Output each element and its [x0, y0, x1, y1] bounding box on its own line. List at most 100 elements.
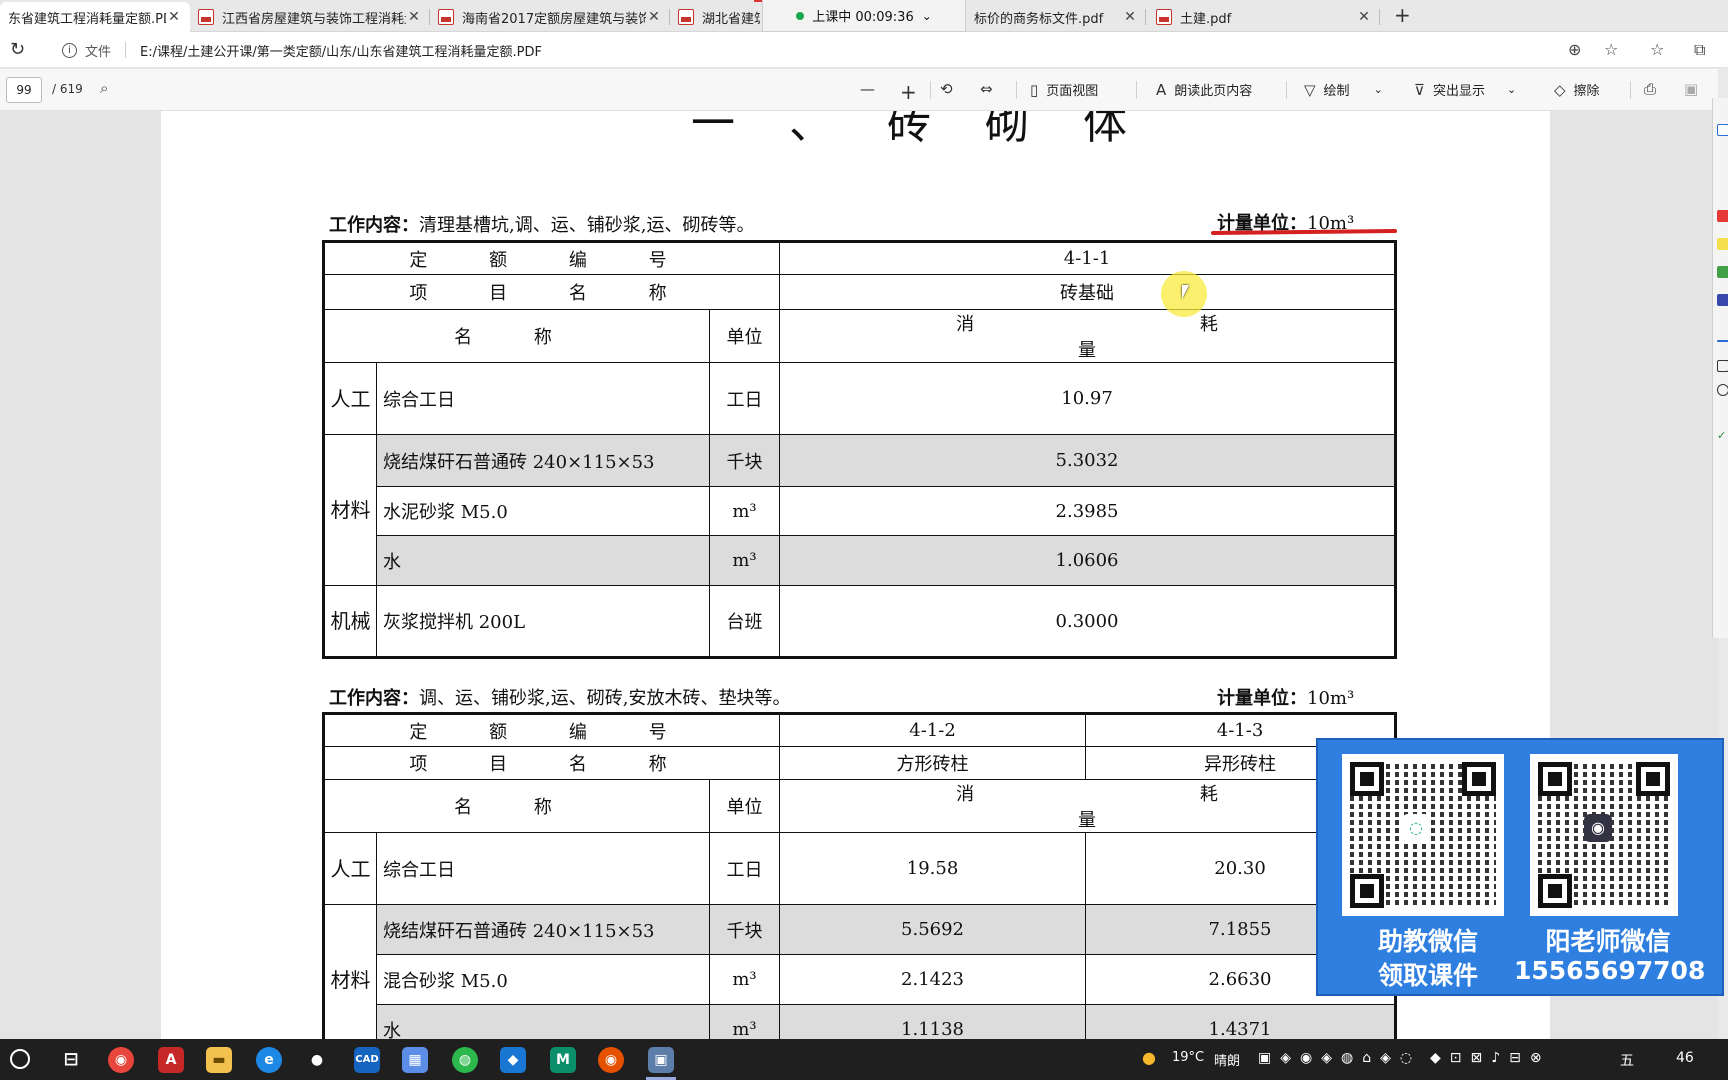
teacher-phone-number: 15565697708 [1514, 956, 1706, 985]
quota-code: 4-1-2 [779, 713, 1087, 747]
page-view-button[interactable]: ▯ 页面视图 [1030, 80, 1098, 100]
item-name-header: 项 目 名 称 [322, 274, 781, 310]
row-unit: m³ [708, 954, 781, 1005]
color-blue-swatch[interactable] [1717, 294, 1728, 306]
close-icon[interactable]: ✕ [166, 9, 182, 25]
search-icon[interactable] [10, 1049, 30, 1069]
close-icon[interactable]: ✕ [406, 9, 422, 25]
fit-width-icon[interactable]: ⇔ [980, 80, 1001, 98]
save-icon[interactable]: ▣ [1684, 80, 1706, 98]
zoom-icon[interactable]: ⊕ [1568, 40, 1581, 59]
qq-icon[interactable]: ● [304, 1047, 330, 1073]
read-aloud-button[interactable]: A 朗读此页内容 [1156, 80, 1253, 100]
zoom-in-icon[interactable]: + [900, 80, 925, 104]
favorite-add-icon[interactable]: ☆ [1604, 40, 1618, 59]
cursor-highlight [1161, 271, 1207, 317]
app-icon[interactable]: ▣ [648, 1047, 674, 1073]
tab-bid-doc[interactable]: 标价的商务标文件.pdf ✕ [966, 2, 1146, 32]
tab-shandong[interactable]: 东省建筑工程消耗量定额.PDF ✕ [0, 2, 190, 32]
ime-indicator[interactable]: 五 [1620, 1050, 1634, 1070]
color-yellow-swatch[interactable] [1717, 238, 1728, 250]
tab-jiangxi[interactable]: 江西省房屋建筑与装饰工程消耗量 ✕ [190, 2, 430, 32]
url-field[interactable]: i 文件 E:/课程/土建公开课/第一类定额/山东/山东省建筑工程消耗量定额.P… [50, 36, 1630, 64]
row-value: 1.4371 [1085, 1004, 1397, 1039]
chevron-down-icon[interactable]: ⌄ [922, 9, 932, 23]
highlight-button[interactable]: ⊽ 突出显示 ⌄ [1414, 80, 1516, 100]
pdf-icon [1156, 9, 1172, 25]
row-name: 烧结煤矸石普通砖 240×115×53 [376, 904, 710, 955]
pdf-icon [198, 9, 214, 25]
rectangle-tool-icon[interactable] [1717, 360, 1728, 372]
item-name-header: 项 目 名 称 [322, 746, 781, 780]
collections-icon[interactable]: ⧉ [1694, 40, 1705, 60]
close-icon[interactable]: ✕ [1356, 9, 1372, 25]
new-tab-button[interactable]: + [1394, 3, 1411, 27]
quota-code: 4-1-1 [779, 241, 1397, 275]
category-material: 材料 [323, 904, 377, 1039]
chevron-down-icon[interactable]: ⌄ [1507, 83, 1516, 96]
file-explorer-icon[interactable]: ▬ [206, 1047, 232, 1073]
task-view-icon[interactable]: ⊟ [58, 1047, 84, 1073]
autocad-icon[interactable]: A [158, 1047, 184, 1073]
search-icon[interactable]: ⌕ [100, 79, 108, 97]
close-icon[interactable]: ✕ [646, 9, 662, 25]
tab-title: 湖北省建筑 [702, 11, 760, 27]
draw-icon: ▽ [1304, 80, 1316, 99]
edge-icon[interactable]: e [256, 1047, 282, 1073]
row-name: 水 [376, 535, 710, 586]
annotation-sidebar[interactable]: ✓ [1712, 98, 1728, 638]
tab-tujian[interactable]: 土建.pdf ✕ [1148, 2, 1380, 32]
class-timer-pill[interactable]: 上课中 00:09:36 ⌄ [762, 0, 966, 32]
cad-viewer-icon[interactable]: CAD [354, 1047, 380, 1073]
tab-hainan[interactable]: 海南省2017定额房屋建筑与装饰 ✕ [430, 2, 670, 32]
app-icon[interactable]: M [550, 1047, 576, 1073]
ellipse-tool-icon[interactable] [1717, 384, 1728, 396]
row-value: 1.0606 [779, 535, 1397, 586]
zoom-out-icon[interactable]: — [860, 80, 883, 98]
row-value: 2.3985 [779, 486, 1397, 536]
app-icon[interactable]: ◆ [500, 1047, 526, 1073]
weather-temp[interactable]: 19°C [1172, 1050, 1204, 1065]
check-icon[interactable]: ✓ [1717, 430, 1728, 442]
tray-icons[interactable]: ▣◈◉◈◍⌂◈◌ [1258, 1050, 1421, 1066]
read-aloud-label: 朗读此页内容 [1174, 84, 1253, 99]
erase-label: 擦除 [1573, 84, 1600, 99]
color-red-swatch[interactable] [1717, 210, 1728, 222]
weather-text[interactable]: 晴朗 [1214, 1050, 1240, 1069]
weather-sun-icon: ● [1142, 1048, 1156, 1067]
row-name: 烧结煤矸石普通砖 240×115×53 [376, 434, 710, 487]
print-icon[interactable]: ⎙ [1644, 80, 1664, 98]
tab-title: 海南省2017定额房屋建筑与装饰 [462, 11, 646, 27]
chevron-down-icon[interactable]: ⌄ [1374, 83, 1383, 96]
app-icon[interactable]: ▦ [402, 1047, 428, 1073]
color-green-swatch[interactable] [1717, 266, 1728, 278]
tray-system-icons[interactable]: ◆⊡⊠♪⊟⊗ [1430, 1050, 1551, 1066]
favorites-icon[interactable]: ☆ [1650, 40, 1664, 59]
wechat-icon[interactable]: ◍ [452, 1047, 478, 1073]
app-icon[interactable]: ◉ [598, 1047, 624, 1073]
row-value: 2.1423 [779, 954, 1087, 1005]
assistant-wechat-label: 助教微信 [1377, 927, 1478, 956]
close-icon[interactable]: ✕ [1122, 9, 1138, 25]
tab-title: 江西省房屋建筑与装饰工程消耗量 [222, 11, 406, 27]
unit-header: 单位 [708, 309, 781, 363]
draw-button[interactable]: ▽ 绘制 ⌄ [1304, 80, 1383, 100]
info-icon[interactable]: i [62, 42, 77, 58]
chrome-icon[interactable]: ◉ [108, 1047, 134, 1073]
page-number-input[interactable]: 99 [6, 77, 42, 103]
consumption-header: 消 耗 量 [779, 779, 1397, 833]
line-tool-icon[interactable] [1717, 340, 1728, 342]
quota-table-2: 定 额 编 号 4-1-2 4-1-3 项 目 名 称方形砖柱 异形砖柱 名 称单位消… [322, 712, 1398, 1039]
name-header: 名 称 [323, 779, 710, 833]
category-machine: 机械 [323, 585, 377, 658]
url-text[interactable]: E:/课程/土建公开课/第一类定额/山东/山东省建筑工程消耗量定额.PDF [140, 41, 542, 60]
tab-hubei[interactable]: 湖北省建筑 [670, 2, 760, 32]
row-name: 水泥砂浆 M5.0 [376, 486, 710, 536]
erase-button[interactable]: ◇ 擦除 [1554, 80, 1600, 100]
work-content-2: 工作内容：调、运、铺砂浆,运、砌砖,安放木砖、垫块等。 [329, 688, 791, 709]
selection-tool-icon[interactable] [1717, 124, 1728, 136]
wechat-mini-icon: ◌ [1402, 814, 1430, 842]
address-bar: ↻ i 文件 E:/课程/土建公开课/第一类定额/山东/山东省建筑工程消耗量定额… [0, 32, 1728, 68]
reload-icon[interactable]: ↻ [10, 39, 25, 60]
rotate-icon[interactable]: ⟲ [940, 80, 961, 98]
